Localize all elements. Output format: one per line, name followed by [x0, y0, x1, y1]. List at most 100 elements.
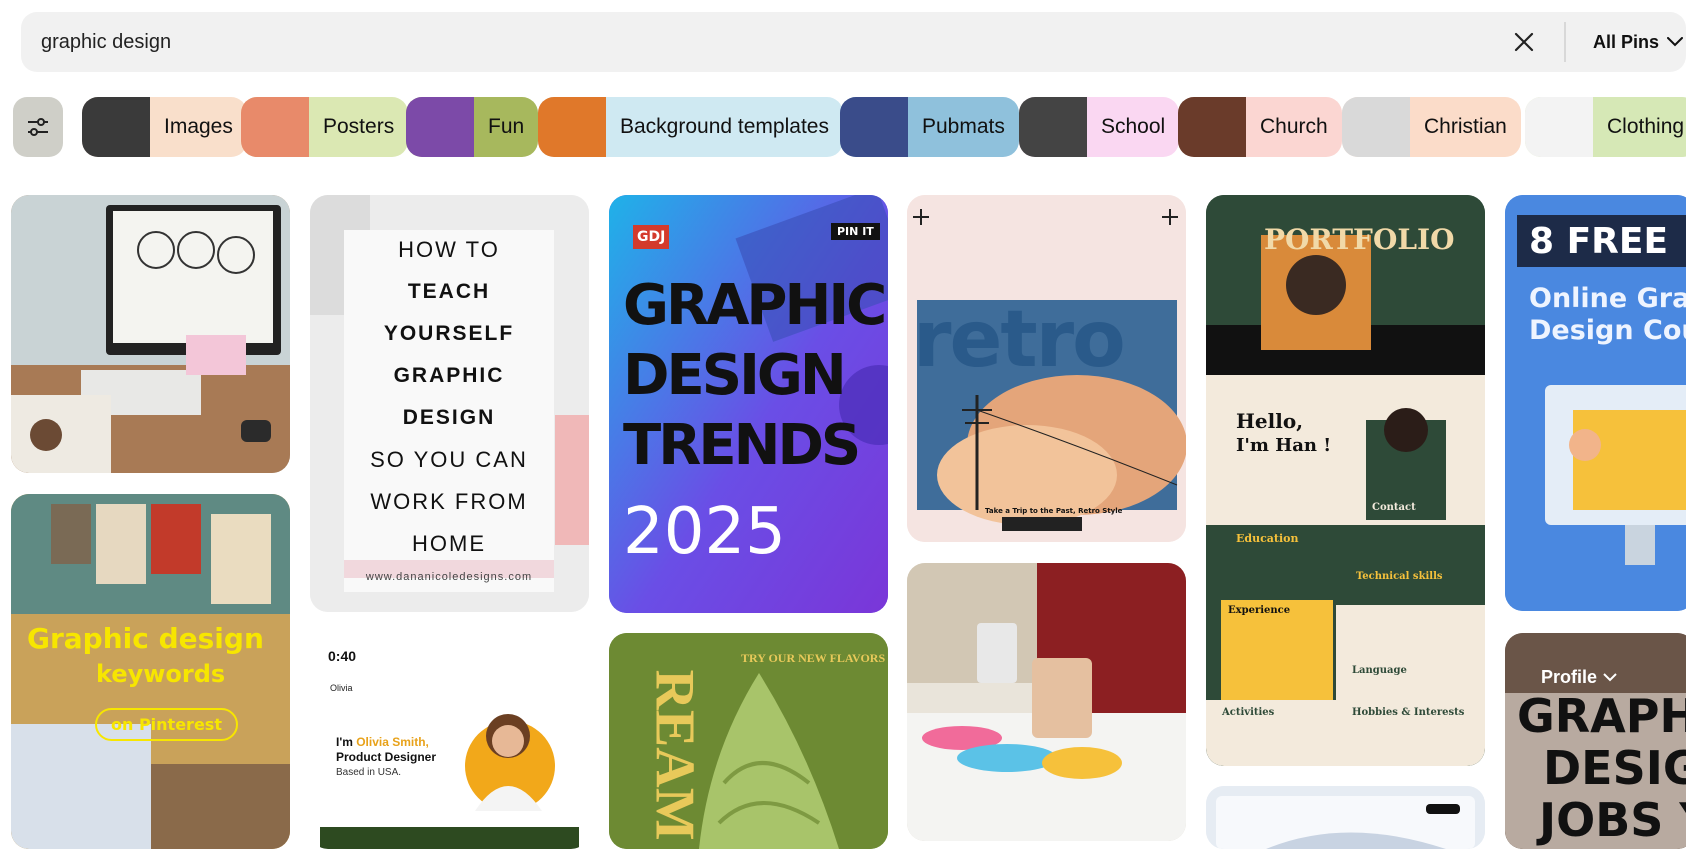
pin-text-line: WORK FROM	[370, 489, 528, 514]
pin-title-line: GRAPHIC	[623, 273, 887, 338]
portrait-image	[465, 714, 555, 811]
chip-thumbnail	[1019, 97, 1087, 157]
pin-title-line: JOBS Y	[1539, 793, 1686, 847]
guide-chips-row: Images Posters Fun Background templates …	[13, 97, 1686, 159]
pin-text-line: TEACH	[407, 280, 491, 303]
pin-design-jobs[interactable]: Profile GRAPH DESIG JOBS Y	[1505, 633, 1686, 849]
portfolio-skills: Technical skills	[1356, 571, 1443, 582]
video-duration-badge: 0:40	[320, 645, 365, 667]
pin-text-line: HOME	[412, 531, 486, 556]
chip-label: Clothing	[1607, 115, 1685, 138]
pin-it-badge: PIN IT	[831, 223, 880, 240]
pin-teach-yourself[interactable]: HOW TO TEACH YOURSELF GRAPHIC DESIGN SO …	[310, 195, 589, 612]
pin-text-line: GRAPHIC	[393, 364, 505, 387]
chip-church[interactable]: Church	[1178, 97, 1342, 157]
chevron-down-icon	[1603, 673, 1617, 682]
pin-title-line: 8 FREE	[1529, 221, 1669, 262]
chevron-down-icon	[1667, 37, 1684, 47]
pin-keywords[interactable]: Graphic design keywords on Pinterest	[11, 494, 290, 849]
pin-text-line: HOW TO	[398, 237, 500, 262]
chip-thumbnail	[1525, 97, 1593, 157]
mockup-skill-bar	[320, 827, 579, 849]
mockup-name: Olivia Smith,	[356, 735, 429, 749]
pin-product-designer-video[interactable]: 0:40 Olivia I'm Olivia Smith, Product De…	[310, 633, 589, 849]
pin-image	[1206, 786, 1485, 849]
clear-search-button[interactable]	[1511, 29, 1537, 55]
pin-title-word: retro	[913, 295, 1126, 385]
pin-text-line: SO YOU CAN	[370, 447, 528, 472]
chip-label: Posters	[323, 115, 395, 138]
pin-filter-label: All Pins	[1593, 31, 1660, 52]
pin-filter-dropdown[interactable]: All Pins	[1593, 28, 1684, 56]
mockup-name-pre: I'm	[336, 735, 357, 749]
chip-label: Images	[164, 115, 233, 138]
profile-label: Profile	[1541, 667, 1598, 687]
chip-label: Christian	[1424, 115, 1507, 138]
pin-promo-text: TRY OUR NEW FLAVORS	[741, 651, 886, 665]
pin-text-line: YOURSELF	[383, 322, 515, 345]
chip-thumbnail	[538, 97, 606, 157]
pin-side-text: REAM	[643, 669, 706, 841]
chip-thumbnail	[840, 97, 908, 157]
pin-title-line: DESIGN	[623, 343, 847, 408]
pin-title-line: TRENDS	[623, 413, 861, 478]
portfolio-activities: Activities	[1222, 707, 1275, 718]
portfolio-name: I'm Han !	[1236, 435, 1332, 456]
chip-thumbnail	[1342, 97, 1410, 157]
pin-image	[11, 195, 290, 473]
sliders-icon	[28, 118, 48, 136]
chip-clothing[interactable]: Clothing	[1525, 97, 1686, 157]
mockup-logo: Olivia	[330, 683, 353, 693]
pin-free-courses[interactable]: 8 FREE Online Gra Design Cou	[1505, 195, 1686, 611]
search-bar: All Pins	[21, 12, 1686, 72]
pin-title-line: Design Cou	[1529, 315, 1686, 346]
pin-cta-pill: on Pinterest	[95, 708, 238, 741]
portfolio-hobbies: Hobbies & Interests	[1352, 707, 1465, 718]
chip-label: Background templates	[620, 115, 829, 138]
pin-title-line: keywords	[96, 660, 226, 688]
pin-color-swatches[interactable]	[907, 563, 1186, 841]
pin-travel-site[interactable]	[1206, 786, 1485, 849]
chip-thumbnail	[406, 97, 474, 157]
search-divider	[1564, 22, 1566, 62]
pin-title-line: 2025	[623, 495, 786, 569]
chip-thumbnail	[82, 97, 150, 157]
pin-portfolio-template[interactable]: PORTFOLIO Hello, I'm Han ! Contact Educa…	[1206, 195, 1485, 766]
chip-christian[interactable]: Christian	[1342, 97, 1521, 157]
portfolio-experience: Experience	[1228, 605, 1291, 616]
chip-label: Pubmats	[922, 115, 1005, 138]
pin-title-line: GRAPH	[1517, 689, 1686, 743]
chip-pubmats[interactable]: Pubmats	[840, 97, 1019, 157]
pin-title-line: Graphic design	[27, 622, 264, 655]
pin-url: www.dananicoledesigns.com	[365, 571, 533, 583]
pin-image	[1206, 195, 1485, 766]
pin-design-trends-2025[interactable]: GDJ PIN IT GRAPHIC DESIGN TRENDS 2025	[609, 195, 888, 613]
pin-text-line: DESIGN	[402, 406, 496, 429]
chip-label: School	[1101, 115, 1166, 138]
chip-label: Church	[1260, 115, 1328, 138]
chip-label: Fun	[488, 115, 525, 138]
profile-overlay-button[interactable]: Profile	[1541, 667, 1617, 688]
pin-title-line: DESIG	[1543, 741, 1686, 795]
pin-image	[907, 563, 1186, 841]
portfolio-language: Language	[1352, 665, 1407, 676]
mockup-based: Based in USA.	[336, 767, 402, 778]
chip-images[interactable]: Images	[82, 97, 247, 157]
pin-caption: Take a Trip to the Past, Retro Style	[985, 507, 1123, 515]
pin-ice-cream[interactable]: TRY OUR NEW FLAVORS REAM	[609, 633, 888, 849]
chip-school[interactable]: School	[1019, 97, 1180, 157]
chip-thumbnail	[241, 97, 309, 157]
chip-background-templates[interactable]: Background templates	[538, 97, 843, 157]
search-input[interactable]	[41, 28, 1441, 56]
publisher-badge: GDJ	[633, 225, 670, 249]
close-icon	[1514, 32, 1534, 52]
portfolio-title: PORTFOLIO	[1264, 223, 1455, 256]
chip-thumbnail	[1178, 97, 1246, 157]
pin-desk-workspace[interactable]	[11, 195, 290, 473]
pin-text-block: HOW TO TEACH YOURSELF GRAPHIC DESIGN SO …	[344, 229, 554, 585]
filter-settings-button[interactable]	[13, 97, 63, 157]
pin-retro-poster[interactable]: retro Take a Trip to the Past, Retro Sty…	[907, 195, 1186, 542]
portfolio-contact: Contact	[1372, 502, 1416, 513]
chip-posters[interactable]: Posters	[241, 97, 409, 157]
chip-fun[interactable]: Fun	[406, 97, 539, 157]
